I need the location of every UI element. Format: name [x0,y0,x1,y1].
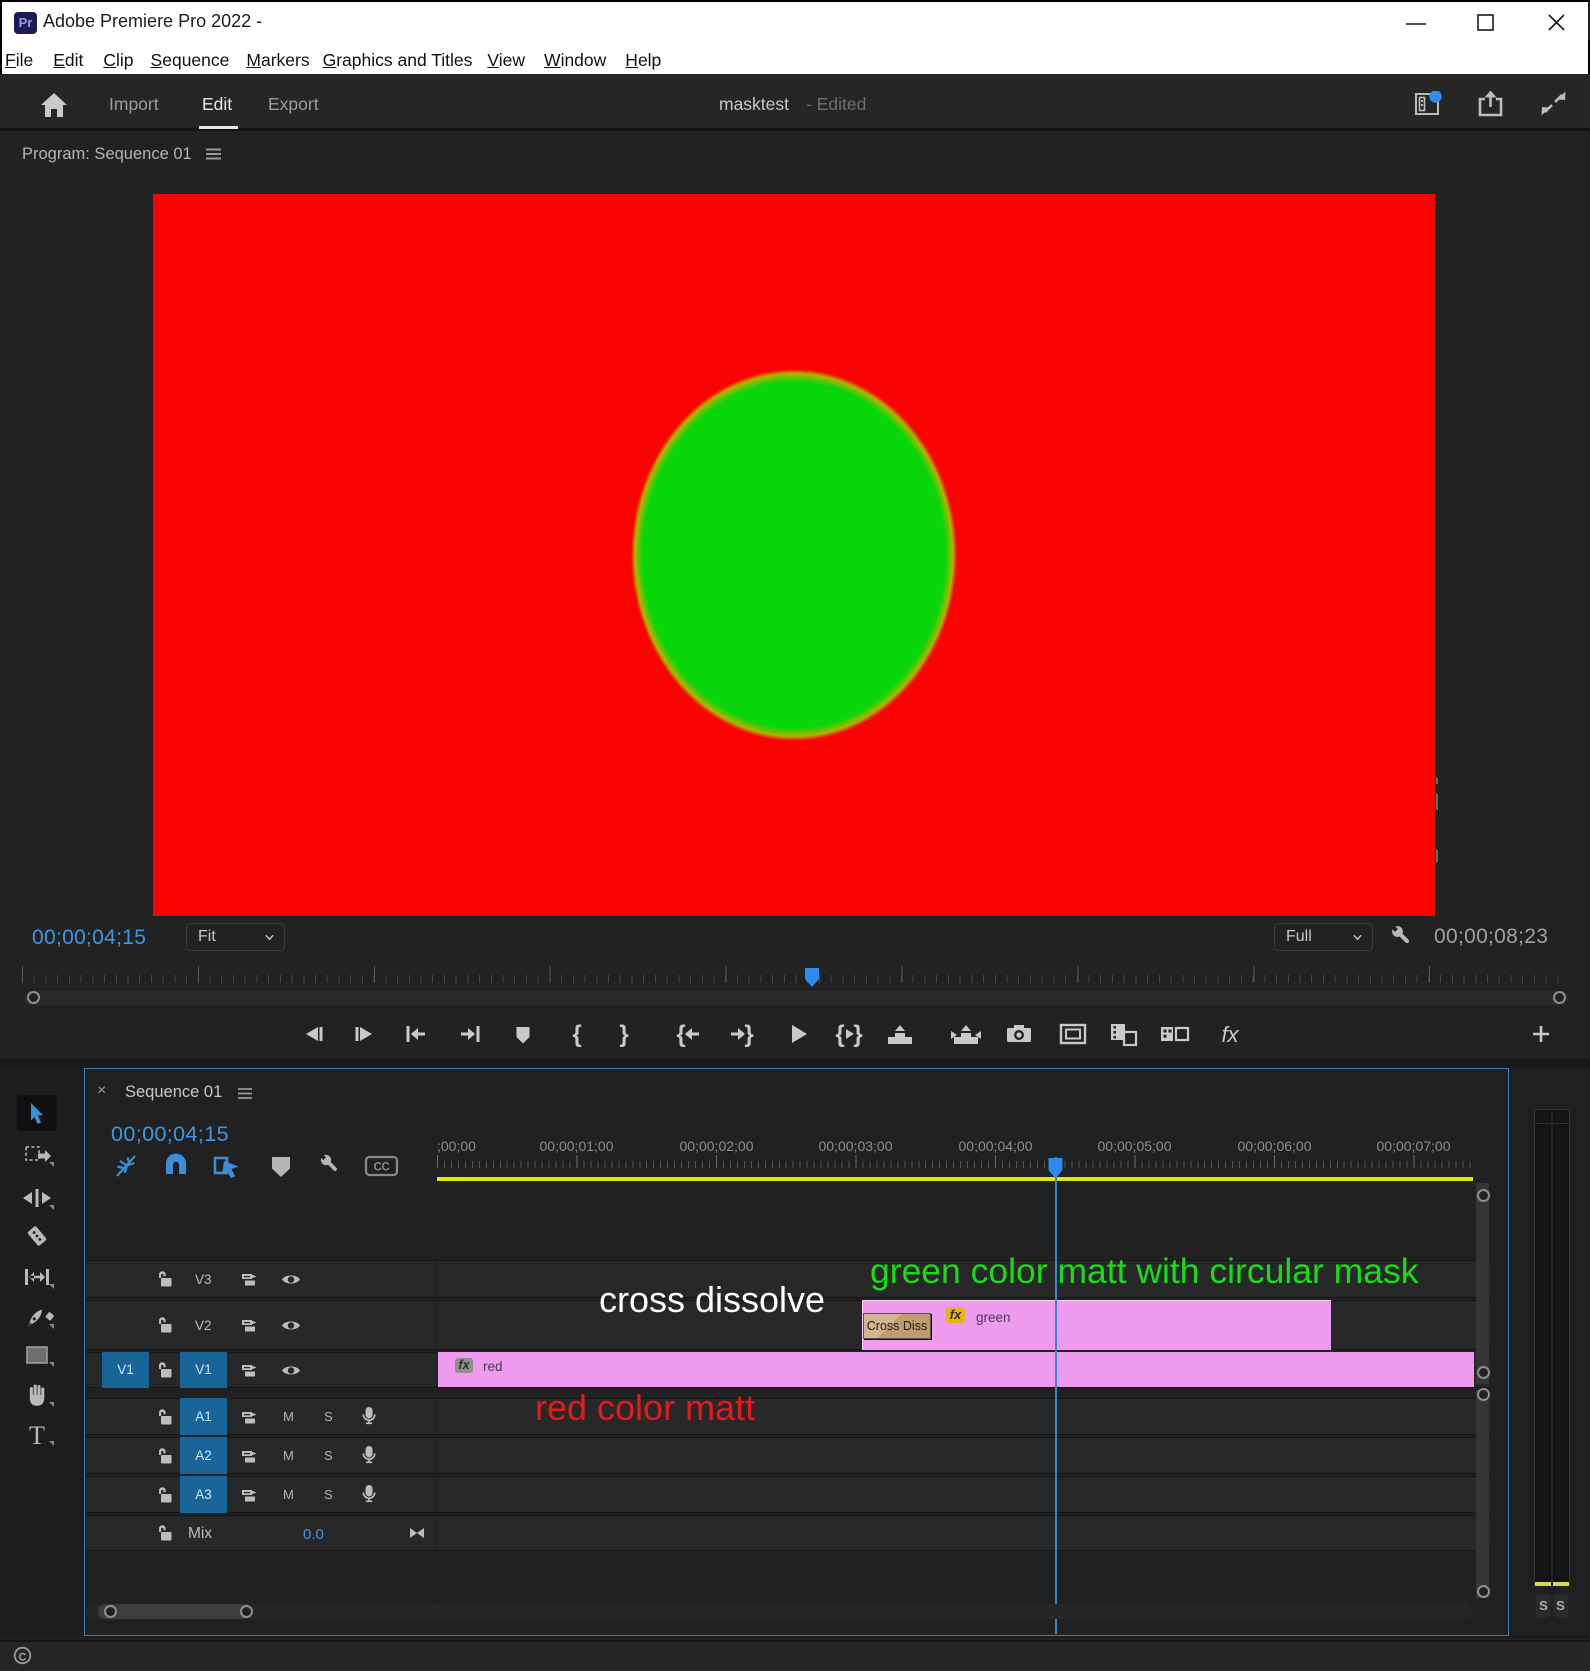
svg-text:}: } [619,1021,628,1048]
svg-text:}: } [744,1021,753,1048]
svg-text:{: { [572,1021,581,1048]
svg-text:T: T [29,1421,45,1450]
svg-text:{: { [835,1021,844,1048]
svg-text:{: { [676,1021,685,1048]
svg-text:}: } [853,1021,862,1048]
svg-text:fx: fx [1221,1022,1239,1047]
